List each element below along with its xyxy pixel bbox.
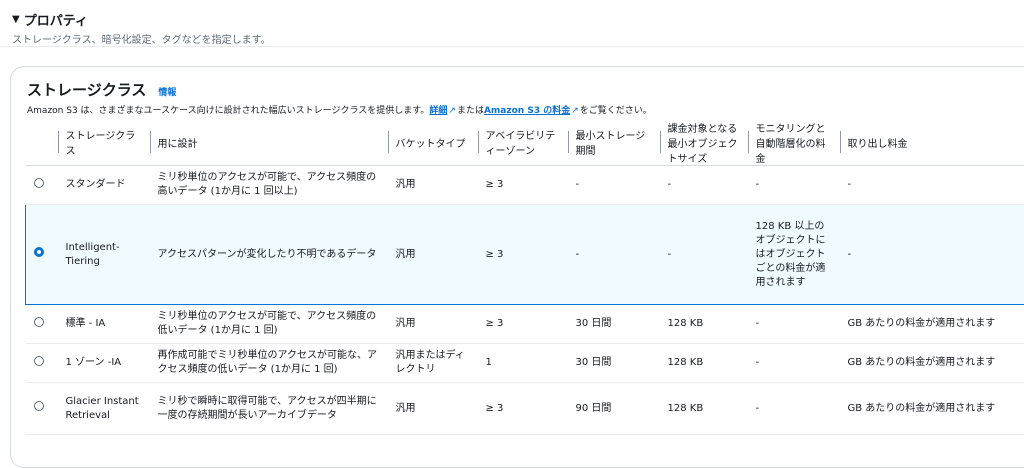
panel-title: ストレージクラス bbox=[27, 79, 146, 100]
cell-az: ≥ 3 bbox=[478, 305, 568, 344]
radio-intelligent-tiering[interactable] bbox=[34, 247, 44, 257]
radio-one-zone-ia[interactable] bbox=[34, 356, 44, 366]
cell-az: ≥ 3 bbox=[478, 166, 568, 205]
cell-az: ≥ 3 bbox=[478, 205, 568, 305]
column-header: バケットタイプ bbox=[388, 119, 478, 166]
column-header: 課金対象となる最小オブジェクトサイズ bbox=[660, 119, 748, 166]
radio-standard[interactable] bbox=[34, 178, 44, 188]
desc-prefix: Amazon S3 は、さまざまなユースケース向けに設計された幅広いストレージク… bbox=[27, 106, 429, 116]
cell-design: ミリ秒で瞬時に取得可能で、アクセスが四半期に一度の存続期間が長いアーカイブデータ bbox=[150, 383, 388, 435]
storage-class-table: ストレージクラス 用に設計 バケットタイプ アベイラビリティーゾーン 最小ストレ… bbox=[25, 119, 1024, 435]
cell-bucket: 汎用またはディレクトリ bbox=[388, 344, 478, 383]
cell-monitoring: - bbox=[748, 166, 840, 205]
panel-description: Amazon S3 は、さまざまなユースケース向けに設計された幅広いストレージク… bbox=[27, 103, 652, 116]
cell-retrieval: GB あたりの料金が適用されます bbox=[840, 383, 1024, 435]
cell-min-size: - bbox=[660, 166, 748, 205]
cell-design: ミリ秒単位のアクセスが可能で、アクセス頻度の高いデータ (1か月に 1 回以上) bbox=[150, 166, 388, 205]
column-header: 最小ストレージ期間 bbox=[568, 119, 660, 166]
cell-design: アクセスパターンが変化したり不明であるデータ bbox=[150, 205, 388, 305]
cell-bucket: 汎用 bbox=[388, 166, 478, 205]
column-header: アベイラビリティーゾーン bbox=[478, 119, 568, 166]
table-row[interactable]: 1 ゾーン -IA 再作成可能でミリ秒単位のアクセスが可能な、アクセス頻度の低い… bbox=[26, 344, 1024, 383]
desc-suffix: をご覧ください。 bbox=[580, 106, 652, 116]
table-header-row: ストレージクラス 用に設計 バケットタイプ アベイラビリティーゾーン 最小ストレ… bbox=[26, 119, 1024, 166]
external-link-icon: ↗ bbox=[448, 106, 456, 116]
desc-middle: または bbox=[457, 106, 484, 116]
table-row[interactable]: 標準 - IA ミリ秒単位のアクセスが可能で、アクセス頻度の低いデータ (1か月… bbox=[26, 305, 1024, 344]
cell-min-duration: - bbox=[568, 205, 660, 305]
table-row[interactable]: スタンダード ミリ秒単位のアクセスが可能で、アクセス頻度の高いデータ (1か月に… bbox=[26, 166, 1024, 205]
cell-monitoring: 128 KB 以上のオブジェクトにはオブジェクトごとの料金が適用されます bbox=[748, 205, 840, 305]
storage-class-panel: ストレージクラス 情報 Amazon S3 は、さまざまなユースケース向けに設計… bbox=[10, 66, 1024, 468]
cell-design: ミリ秒単位のアクセスが可能で、アクセス頻度の低いデータ (1か月に 1 回) bbox=[150, 305, 388, 344]
external-link-icon: ↗ bbox=[571, 106, 579, 116]
cell-retrieval: - bbox=[840, 205, 1024, 305]
panel-header: ストレージクラス 情報 bbox=[27, 79, 176, 100]
cell-min-duration: 30 日間 bbox=[568, 305, 660, 344]
cell-retrieval: GB あたりの料金が適用されます bbox=[840, 344, 1024, 383]
info-link[interactable]: 情報 bbox=[158, 85, 176, 98]
properties-toggle[interactable]: ▼ プロパティ bbox=[12, 10, 271, 29]
cell-monitoring: - bbox=[748, 344, 840, 383]
radio-standard-ia[interactable] bbox=[34, 317, 44, 327]
cell-min-size: 128 KB bbox=[660, 344, 748, 383]
cell-name: Intelligent-Tiering bbox=[58, 205, 150, 305]
cell-design: 再作成可能でミリ秒単位のアクセスが可能な、アクセス頻度の低いデータ (1か月に … bbox=[150, 344, 388, 383]
cell-monitoring: - bbox=[748, 383, 840, 435]
pricing-link[interactable]: Amazon S3 の料金 bbox=[484, 106, 570, 116]
properties-section-header: ▼ プロパティ ストレージクラス、暗号化設定、タグなどを指定します。 bbox=[12, 10, 271, 46]
cell-az: 1 bbox=[478, 344, 568, 383]
cell-min-size: 128 KB bbox=[660, 383, 748, 435]
cell-bucket: 汎用 bbox=[388, 383, 478, 435]
cell-bucket: 汎用 bbox=[388, 205, 478, 305]
column-header: 用に設計 bbox=[150, 119, 388, 166]
radio-glacier-instant[interactable] bbox=[34, 401, 44, 411]
table-row[interactable]: Glacier Instant Retrieval ミリ秒で瞬時に取得可能で、ア… bbox=[26, 383, 1024, 435]
column-header: 取り出し料金 bbox=[840, 119, 1024, 166]
cell-retrieval: - bbox=[840, 166, 1024, 205]
cell-min-duration: 90 日間 bbox=[568, 383, 660, 435]
table-row[interactable]: Intelligent-Tiering アクセスパターンが変化したり不明であるデ… bbox=[26, 205, 1024, 305]
cell-name: スタンダード bbox=[58, 166, 150, 205]
detail-link[interactable]: 詳細 bbox=[429, 106, 447, 116]
cell-name: 1 ゾーン -IA bbox=[58, 344, 150, 383]
cell-bucket: 汎用 bbox=[388, 305, 478, 344]
section-subtitle: ストレージクラス、暗号化設定、タグなどを指定します。 bbox=[12, 31, 271, 46]
cell-name: Glacier Instant Retrieval bbox=[58, 383, 150, 435]
column-header: ストレージクラス bbox=[58, 119, 150, 166]
cell-name: 標準 - IA bbox=[58, 305, 150, 344]
cell-min-size: 128 KB bbox=[660, 305, 748, 344]
header-radio bbox=[26, 119, 58, 166]
column-header: モニタリングと自動階層化の料金 bbox=[748, 119, 840, 166]
cell-min-duration: 30 日間 bbox=[568, 344, 660, 383]
cell-monitoring: - bbox=[748, 305, 840, 344]
cell-az: ≥ 3 bbox=[478, 383, 568, 435]
cell-retrieval: GB あたりの料金が適用されます bbox=[840, 305, 1024, 344]
section-divider bbox=[0, 46, 1024, 47]
cell-min-size: - bbox=[660, 205, 748, 305]
section-title: プロパティ bbox=[24, 10, 88, 29]
cell-min-duration: - bbox=[568, 166, 660, 205]
caret-down-icon[interactable]: ▼ bbox=[12, 14, 20, 25]
